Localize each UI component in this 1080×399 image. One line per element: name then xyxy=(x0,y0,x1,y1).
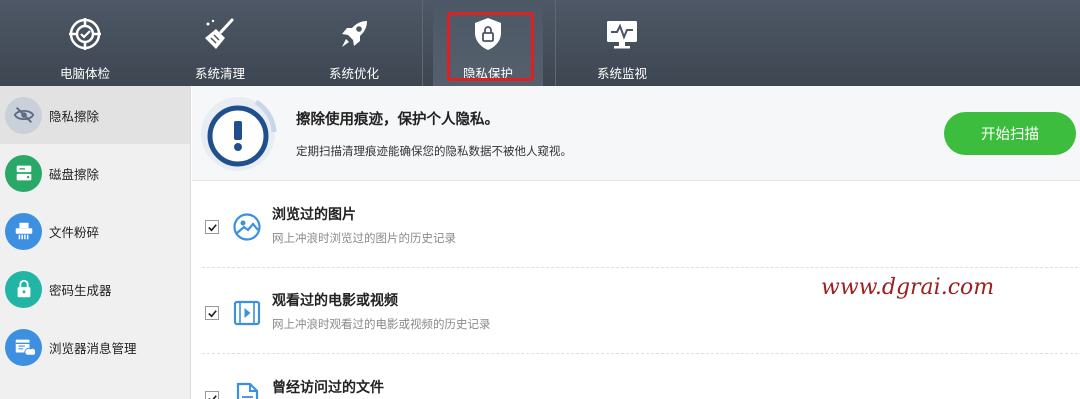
top-toolbar: 电脑体检 系统清理 系统优化 隐私保护 系统监视 xyxy=(0,0,1080,86)
tab-system-clean[interactable]: 系统清理 xyxy=(165,0,275,86)
list-item: 浏览过的图片 网上冲浪时浏览过的图片的历史记录 xyxy=(192,182,1080,268)
shredder-icon xyxy=(5,212,42,250)
item-title: 曾经访问过的文件 xyxy=(272,380,384,396)
sidebar: 隐私擦除 磁盘擦除 文件粉碎 密码生成器 浏览器消息管理 xyxy=(0,86,191,399)
item-checkbox[interactable] xyxy=(205,391,219,399)
disk-icon xyxy=(5,154,42,192)
target-icon xyxy=(69,18,101,50)
start-scan-button[interactable]: 开始扫描 xyxy=(944,112,1076,155)
tab-label: 系统清理 xyxy=(194,66,245,81)
rocket-icon xyxy=(342,21,367,47)
sidebar-item-label: 密码生成器 xyxy=(49,282,112,298)
checkmark-icon xyxy=(207,223,217,231)
hero-subtitle: 定期扫描清理痕迹能确保您的隐私数据不被他人窥视。 xyxy=(296,144,572,158)
watermark: www.dgrai.com xyxy=(821,275,995,300)
tab-divider xyxy=(555,0,556,86)
list-item: 曾经访问过的文件 xyxy=(192,354,1080,399)
tab-label: 电脑体检 xyxy=(59,66,110,81)
hero-title: 擦除使用痕迹，保护个人隐私。 xyxy=(296,112,499,128)
image-icon xyxy=(233,213,261,241)
tab-divider xyxy=(422,0,423,86)
eye-slash-icon xyxy=(5,96,42,134)
browser-bell-icon xyxy=(5,328,42,366)
sidebar-item-label: 浏览器消息管理 xyxy=(49,340,137,356)
tab-label: 隐私保护 xyxy=(462,66,513,81)
monitor-icon xyxy=(607,21,637,49)
sidebar-item-file-shred[interactable]: 文件粉碎 xyxy=(0,202,190,260)
sidebar-item-privacy-erase[interactable]: 隐私擦除 xyxy=(0,86,190,144)
tab-privacy-protect[interactable]: 隐私保护 xyxy=(433,0,543,86)
item-title: 浏览过的图片 xyxy=(272,207,356,223)
broom-icon xyxy=(205,18,234,49)
tab-pc-checkup[interactable]: 电脑体检 xyxy=(30,0,140,86)
item-checkbox[interactable] xyxy=(205,306,219,320)
alert-icon xyxy=(201,97,277,171)
sidebar-item-label: 文件粉碎 xyxy=(49,224,100,240)
tab-system-monitor[interactable]: 系统监视 xyxy=(567,0,677,86)
item-description: 网上冲浪时浏览过的图片的历史记录 xyxy=(272,231,456,245)
shield-lock-icon xyxy=(475,18,501,50)
video-icon xyxy=(233,300,261,326)
sidebar-item-password-generator[interactable]: 密码生成器 xyxy=(0,260,190,318)
document-icon xyxy=(236,382,259,399)
sidebar-item-label: 隐私擦除 xyxy=(49,108,100,124)
sidebar-item-disk-erase[interactable]: 磁盘擦除 xyxy=(0,144,190,202)
checkmark-icon xyxy=(207,394,217,399)
tab-label: 系统优化 xyxy=(328,66,379,81)
sidebar-item-label: 磁盘擦除 xyxy=(49,166,100,182)
checkmark-icon xyxy=(207,309,217,317)
tab-label: 系统监视 xyxy=(596,66,647,81)
item-description: 网上冲浪时观看过的电影或视频的历史记录 xyxy=(272,317,491,331)
sidebar-item-browser-messages[interactable]: 浏览器消息管理 xyxy=(0,318,190,376)
item-checkbox[interactable] xyxy=(205,220,219,234)
item-title: 观看过的电影或视频 xyxy=(272,293,398,309)
hero-banner: 擦除使用痕迹，保护个人隐私。 定期扫描清理痕迹能确保您的隐私数据不被他人窥视。 … xyxy=(192,86,1080,181)
lock-icon xyxy=(5,270,42,308)
tab-system-optimize[interactable]: 系统优化 xyxy=(299,0,409,86)
main-panel: 擦除使用痕迹，保护个人隐私。 定期扫描清理痕迹能确保您的隐私数据不被他人窥视。 … xyxy=(192,86,1080,399)
